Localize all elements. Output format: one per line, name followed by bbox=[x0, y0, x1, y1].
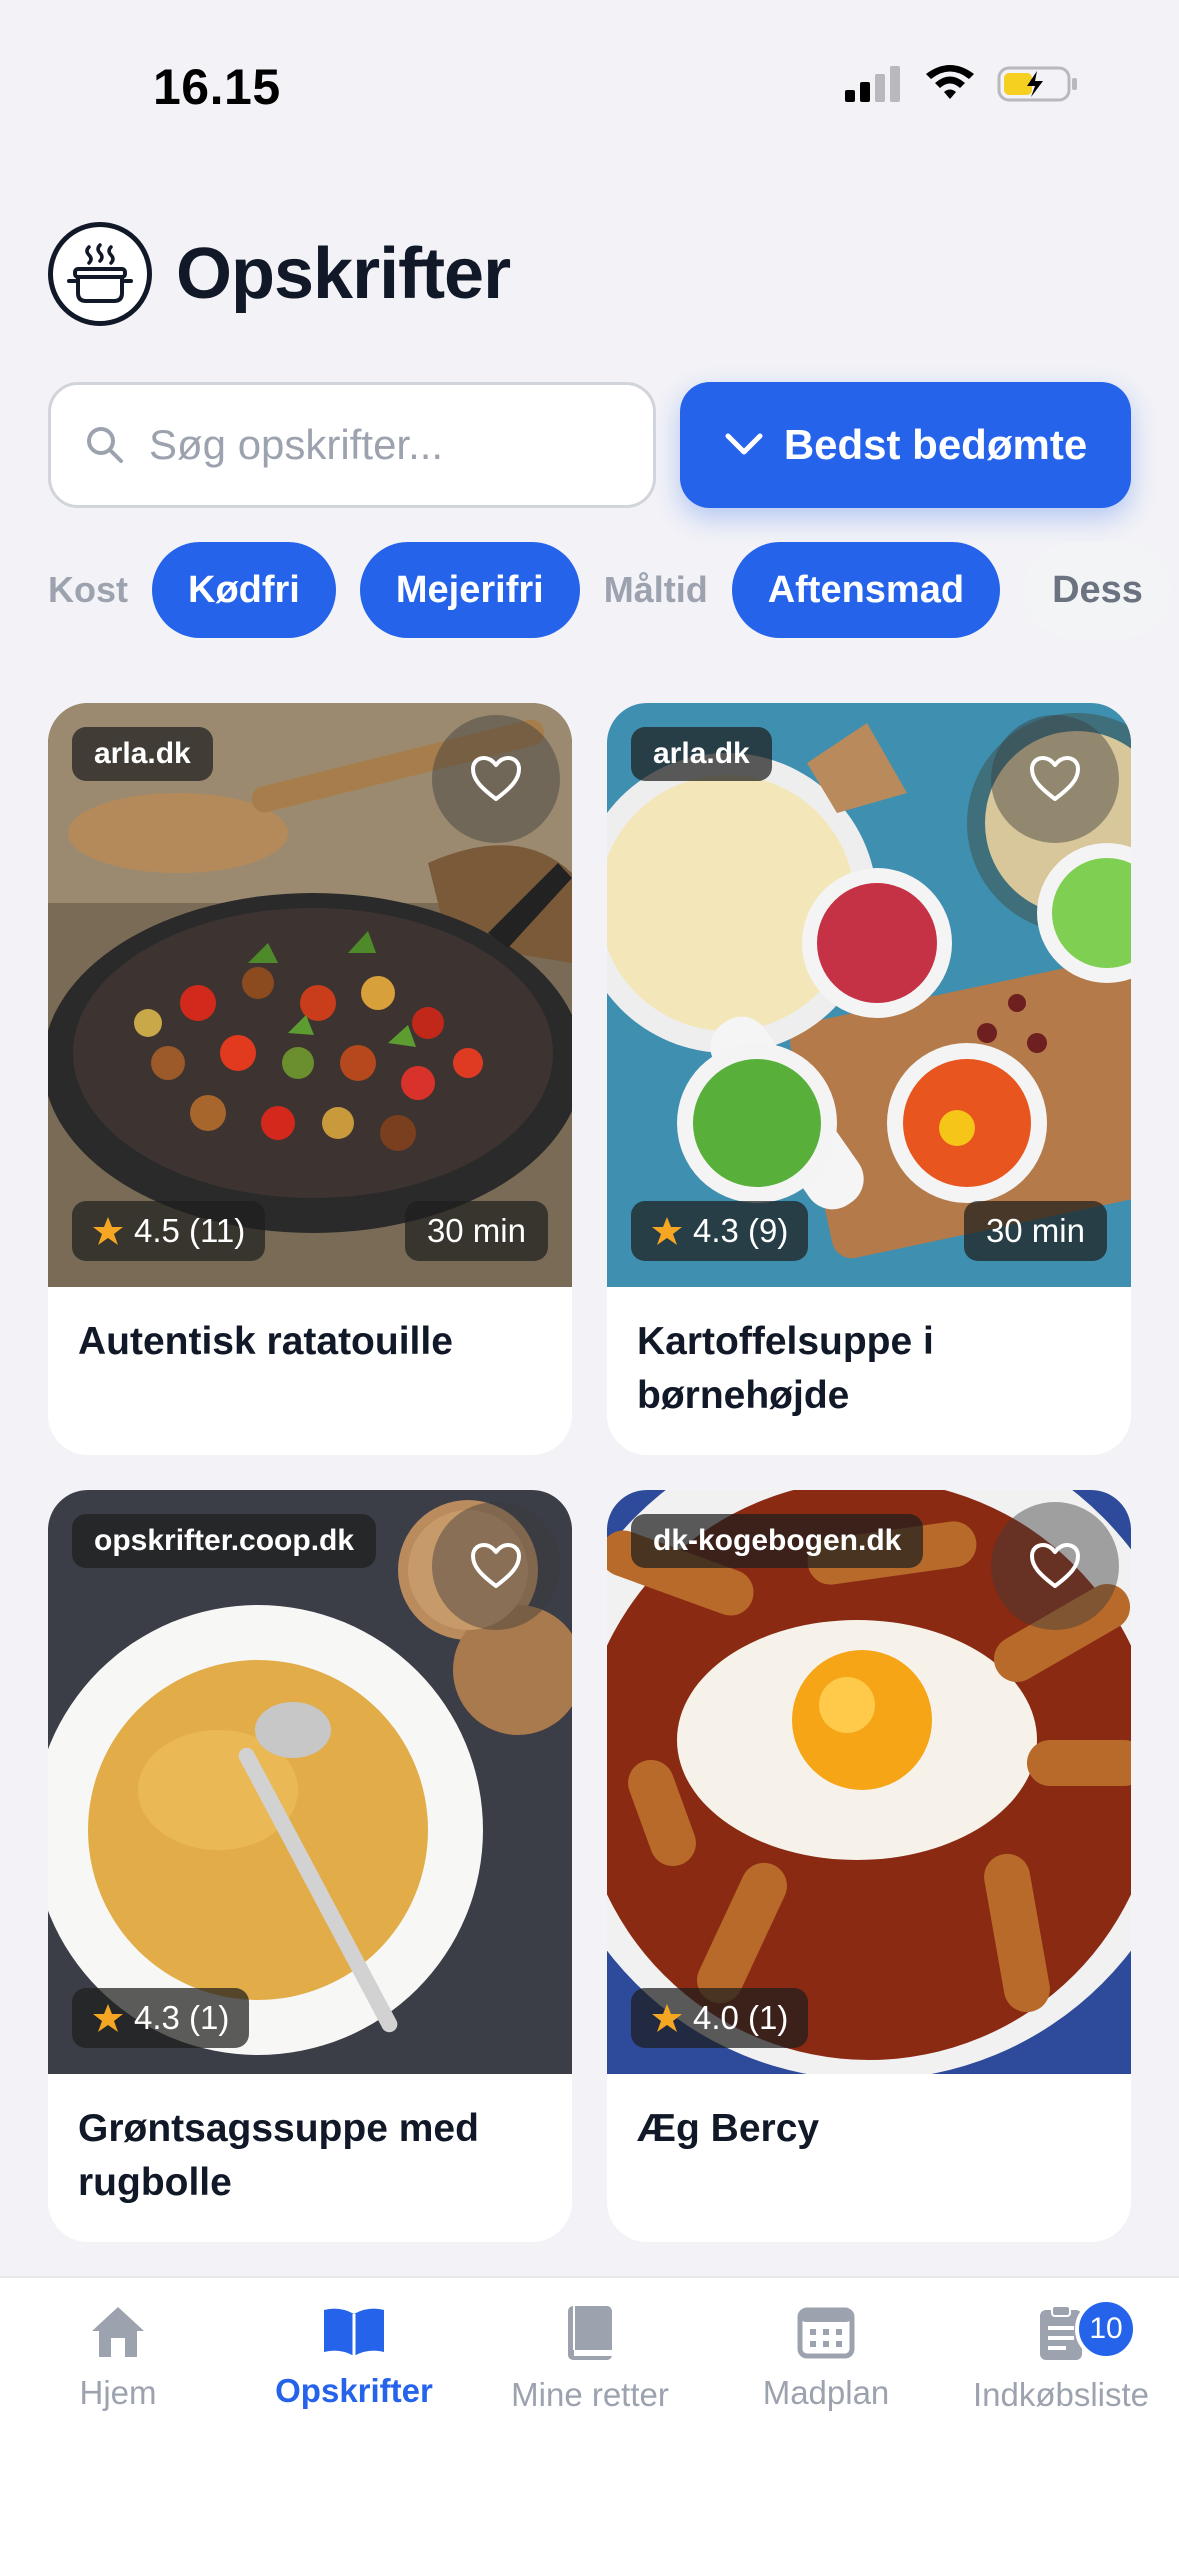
chip-dessert[interactable]: Dess bbox=[1024, 542, 1171, 638]
nav-label: Indkøbsliste bbox=[972, 2376, 1150, 2413]
heart-icon bbox=[471, 756, 521, 801]
rating-text: 4.3 (9) bbox=[693, 1212, 789, 1249]
search-input[interactable] bbox=[149, 421, 629, 469]
favorite-button[interactable] bbox=[991, 715, 1119, 843]
nav-label: Hjem bbox=[79, 2374, 157, 2411]
heart-icon bbox=[1030, 756, 1080, 801]
page-title: Opskrifter bbox=[176, 234, 511, 314]
source-badge: opskrifter.coop.dk bbox=[72, 1514, 377, 1568]
time-badge: 30 min bbox=[963, 1201, 1107, 1261]
rating-text: 4.0 (1) bbox=[693, 1999, 789, 2036]
recipe-card[interactable]: arla.dk 4.3 (9) 30 min Kartoffelsuppe i … bbox=[607, 703, 1131, 1455]
recipe-card[interactable]: opskrifter.coop.dk 4.3 (1) Grøntsagssupp… bbox=[48, 1490, 572, 2242]
nav-item-madplan[interactable]: Madplan bbox=[708, 2304, 944, 2412]
star-icon bbox=[93, 2004, 123, 2032]
status-time: 16.15 bbox=[153, 59, 281, 115]
source-badge: arla.dk bbox=[631, 727, 772, 781]
favorite-button[interactable] bbox=[432, 715, 560, 843]
recipe-title: Kartoffelsuppe i børnehøjde bbox=[637, 1320, 934, 1417]
favorite-button[interactable] bbox=[991, 1502, 1119, 1630]
recipe-card[interactable]: dk-kogebogen.dk 4.0 (1) Æg Bercy bbox=[607, 1490, 1131, 2242]
status-bar: 16.15 bbox=[0, 0, 1179, 160]
shopping-list-badge: 10 bbox=[1075, 2298, 1137, 2360]
nav-item-hjem[interactable]: Hjem bbox=[0, 2304, 236, 2412]
home-icon bbox=[92, 2307, 144, 2357]
rating-text: 4.3 (1) bbox=[134, 1999, 230, 2036]
filter-group-label-diet: Kost bbox=[48, 569, 128, 610]
recipe-image: arla.dk 4.3 (9) 30 min bbox=[607, 703, 1131, 1287]
recipe-title: Autentisk ratatouille bbox=[78, 1320, 453, 1363]
sort-label: Bedst bedømte bbox=[783, 421, 1088, 468]
heart-icon bbox=[471, 1543, 521, 1588]
rating-badge: 4.5 (11) bbox=[72, 1201, 266, 1261]
star-icon bbox=[93, 1217, 123, 1245]
star-icon bbox=[652, 2004, 682, 2032]
nav-label: Mine retter bbox=[511, 2376, 669, 2413]
filter-bar[interactable]: Kost Kødfri Mejerifri Måltid Aftensmad D… bbox=[48, 542, 1179, 638]
nav-label: Madplan bbox=[762, 2374, 890, 2411]
filter-group-label-meal: Måltid bbox=[603, 569, 708, 610]
status-icons bbox=[845, 64, 1079, 104]
nav-item-mine-retter[interactable]: Mine retter bbox=[472, 2304, 708, 2414]
rating-badge: 4.0 (1) bbox=[631, 1988, 809, 2048]
search-icon bbox=[87, 427, 123, 463]
chip-aftensmad[interactable]: Aftensmad bbox=[731, 542, 1001, 638]
heart-icon bbox=[1030, 1543, 1080, 1588]
book-icon bbox=[568, 2306, 612, 2360]
rating-text: 4.5 (11) bbox=[134, 1212, 246, 1249]
rating-badge: 4.3 (9) bbox=[631, 1201, 809, 1261]
header: Opskrifter bbox=[48, 222, 511, 326]
recipe-image: dk-kogebogen.dk 4.0 (1) bbox=[607, 1490, 1131, 2074]
source-badge: dk-kogebogen.dk bbox=[631, 1514, 924, 1568]
pot-icon bbox=[48, 222, 152, 326]
chip-mejerifri[interactable]: Mejerifri bbox=[359, 542, 580, 638]
source-badge: arla.dk bbox=[72, 727, 213, 781]
calendar-icon bbox=[797, 2307, 855, 2359]
search-box[interactable] bbox=[48, 382, 656, 508]
nav-item-opskrifter[interactable]: Opskrifter bbox=[236, 2304, 472, 2410]
time-badge: 30 min bbox=[404, 1201, 548, 1261]
recipe-title: Grøntsagssuppe med rugbolle bbox=[78, 2107, 479, 2204]
signal-icon bbox=[845, 66, 900, 102]
recipe-image: arla.dk 4.5 (11) 30 min bbox=[48, 703, 572, 1287]
nav-item-indkobsliste[interactable]: 10 Indkøbsliste bbox=[943, 2298, 1179, 2414]
nav-label: Opskrifter bbox=[275, 2372, 433, 2409]
rating-badge: 4.3 (1) bbox=[72, 1988, 250, 2048]
star-icon bbox=[652, 1217, 682, 1245]
wifi-icon bbox=[926, 65, 974, 99]
bottom-nav: Hjem Opskrifter Mine retter Madplan 10 I… bbox=[0, 2276, 1179, 2556]
favorite-button[interactable] bbox=[432, 1502, 560, 1630]
book-open-icon bbox=[324, 2308, 384, 2356]
battery-icon bbox=[997, 66, 1077, 102]
recipe-title: Æg Bercy bbox=[637, 2107, 820, 2150]
recipe-card[interactable]: arla.dk 4.5 (11) 30 min Autentisk ratato… bbox=[48, 703, 572, 1455]
recipe-image: opskrifter.coop.dk 4.3 (1) bbox=[48, 1490, 572, 2074]
sort-button[interactable]: Bedst bedømte bbox=[680, 382, 1131, 508]
chevron-down-icon bbox=[725, 433, 763, 455]
chip-kodfri[interactable]: Kødfri bbox=[152, 542, 336, 638]
